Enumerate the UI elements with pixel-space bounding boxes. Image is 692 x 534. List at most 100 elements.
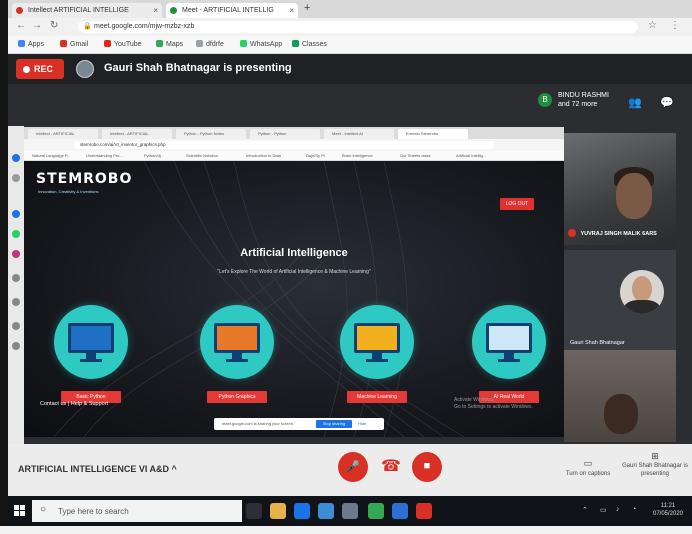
history-icon[interactable] xyxy=(12,174,20,182)
chrome-icon[interactable] xyxy=(368,503,384,519)
course-circle xyxy=(472,305,546,379)
back-icon[interactable]: ← xyxy=(16,20,26,31)
contact-link: Contact us | Help & Support xyxy=(40,401,109,407)
lock-icon: 🔒 xyxy=(83,23,92,30)
gmail-icon xyxy=(60,40,67,47)
bookmark-maps[interactable]: Maps xyxy=(156,40,183,48)
shared-tab-bar: Intellect - ARTIFICIAL Intellect - ARTIF… xyxy=(24,127,564,139)
bookmark-gmail[interactable]: Gmail xyxy=(60,40,88,48)
logo-tagline: Innovation, Creativity & Inventions xyxy=(38,189,99,194)
store-icon[interactable] xyxy=(318,503,334,519)
forward-icon[interactable]: → xyxy=(32,20,42,31)
windows-start-icon[interactable] xyxy=(14,505,26,517)
url-field[interactable]: 🔒 meet.google.com/mjw-mzbz-xzb xyxy=(78,21,638,33)
course-button: Machine Learning xyxy=(347,391,407,403)
instagram-icon[interactable] xyxy=(12,250,20,258)
recording-badge: REC xyxy=(16,59,64,79)
volume-icon[interactable]: ♪ xyxy=(616,506,620,513)
taskbar-clock[interactable]: 11:21 07/05/2020 xyxy=(648,502,688,518)
present-screen-icon: ⊞ xyxy=(651,451,659,461)
bookmark-icon xyxy=(196,40,203,47)
desk-surface xyxy=(0,526,692,534)
brain-icon xyxy=(354,323,400,353)
new-tab-icon[interactable]: + xyxy=(304,2,310,14)
heart-icon[interactable] xyxy=(12,322,20,330)
meet-header: REC Gauri Shah Bhatnagar is presenting xyxy=(8,54,692,84)
reload-icon[interactable]: ↻ xyxy=(50,20,58,31)
bookmark-whatsapp[interactable]: WhatsApp xyxy=(240,40,282,48)
shared-tab: Intellect - ARTIFICIAL xyxy=(28,129,98,139)
shared-bookmark: Our Sheets class xyxy=(400,153,431,158)
mic-toggle-button[interactable]: 🎤 xyxy=(338,452,368,482)
close-tab-icon[interactable]: × xyxy=(153,3,158,18)
presenting-banner: Gauri Shah Bhatnagar is presenting xyxy=(104,62,292,74)
phone-hangup-icon: ☎ xyxy=(381,458,401,475)
stemrobo-site: STEMROBO Innovation, Creativity & Invent… xyxy=(24,161,564,437)
stemrobo-logo: STEMROBO xyxy=(36,171,133,187)
bookmark-dfdrfe[interactable]: dfdrfe xyxy=(196,40,224,48)
page-title: Artificial Intelligence xyxy=(240,247,348,259)
edge-icon[interactable] xyxy=(294,503,310,519)
camera-toggle-button[interactable]: ■ xyxy=(412,452,442,482)
people-icon[interactable]: 👥 xyxy=(628,96,642,109)
task-view-icon[interactable] xyxy=(246,503,262,519)
settings-icon[interactable] xyxy=(12,342,20,350)
close-tab-icon[interactable]: × xyxy=(289,3,294,18)
bookmark-youtube[interactable]: YouTube xyxy=(104,40,142,48)
taskbar-search-box[interactable]: ○ Type here to search xyxy=(32,500,242,522)
shared-tab: Meet - Intellect AI xyxy=(324,129,394,139)
shared-bookmark: Brain Intelligence xyxy=(342,153,373,158)
bookmark-classes[interactable]: Classes xyxy=(292,40,327,48)
participant-avatar: B xyxy=(538,93,552,107)
browser-tab-intellect[interactable]: Intellect ARTIFICIAL INTELLIGE × xyxy=(12,3,162,18)
computer-icon xyxy=(68,323,114,353)
participant-tile[interactable]: YUVRAJ SINGH MALIK 6ARS xyxy=(564,133,676,245)
shared-address-bar: stemrobo.com/ai/VI_inventor_graphics.php xyxy=(24,139,564,151)
clock-icon[interactable] xyxy=(12,298,20,306)
battery-icon[interactable]: ▭ xyxy=(600,506,607,514)
bookmark-apps[interactable]: Apps xyxy=(18,40,44,48)
camera-app-icon[interactable] xyxy=(342,503,358,519)
shared-bookmarks-bar: Natural Language P... Understanding Pro.… xyxy=(24,151,564,161)
shared-bookmark: Artificial Intellig... xyxy=(456,153,487,158)
messenger-icon[interactable] xyxy=(12,210,20,218)
record-icon xyxy=(23,66,30,73)
bookmarks-bar: Apps Gmail YouTube Maps dfdrfe WhatsApp … xyxy=(8,36,692,54)
participant-name: Gauri Shah Bhatnagar xyxy=(570,340,625,346)
mail-icon[interactable] xyxy=(392,503,408,519)
participant-name: YUVRAJ SINGH MALIK 6ARS xyxy=(580,231,657,237)
shared-tab: Python - Python xyxy=(250,129,320,139)
participant-tile[interactable]: Gauri Shah Bhatnagar xyxy=(564,250,676,350)
apps-icon xyxy=(18,40,25,47)
stop-sharing-button: Stop sharing xyxy=(316,420,352,428)
play-icon[interactable] xyxy=(12,274,20,282)
browser-address-bar: ← → ↻ 🔒 meet.google.com/mjw-mzbz-xzb ☆ ⋮ xyxy=(8,18,692,36)
network-icon[interactable]: ⌃ xyxy=(582,506,588,514)
shared-bookmark: Dojo/Sy Pl xyxy=(306,153,325,158)
wifi-icon[interactable]: ◔ xyxy=(632,506,636,513)
course-circle xyxy=(200,305,274,379)
shared-tab: Intellect - ARTIFICIAL xyxy=(102,129,172,139)
messenger-icon[interactable] xyxy=(12,154,20,162)
shared-bookmark: Understanding Pro... xyxy=(86,153,123,158)
file-explorer-icon[interactable] xyxy=(270,503,286,519)
meet-control-bar: ARTIFICIAL INTELLIGENCE VI A&D ^ 🎤 ☎ ■ ▭… xyxy=(8,444,692,496)
shared-tab-active: Ernesto Stemrobo xyxy=(398,129,468,139)
shared-url: stemrobo.com/ai/VI_inventor_graphics.php xyxy=(74,141,494,149)
opera-icon[interactable] xyxy=(416,503,432,519)
participant-count[interactable]: B BINDU RASHMI and 72 more xyxy=(538,90,618,114)
menu-icon[interactable]: ⋮ xyxy=(670,20,680,31)
participant-tile[interactable] xyxy=(564,350,676,442)
chevron-up-icon: ^ xyxy=(171,464,177,474)
captions-button[interactable]: ▭ Turn on captions xyxy=(560,458,616,477)
presenting-status-button[interactable]: ⊞ Gauri Shah Bhatnagar is presenting xyxy=(620,452,690,478)
browser-tab-meet[interactable]: Meet - ARTIFICIAL INTELLIG × xyxy=(166,3,298,18)
tab-favicon-icon xyxy=(16,7,23,14)
chat-icon[interactable]: 💬 xyxy=(660,96,674,109)
star-icon[interactable]: ☆ xyxy=(648,20,657,31)
page-subtitle: "Let's Explore The World of Artificial I… xyxy=(217,269,371,275)
logout-button: LOG OUT xyxy=(500,198,534,210)
whatsapp-icon[interactable] xyxy=(12,230,20,238)
end-call-button[interactable]: ☎ xyxy=(376,452,406,482)
course-circle xyxy=(54,305,128,379)
